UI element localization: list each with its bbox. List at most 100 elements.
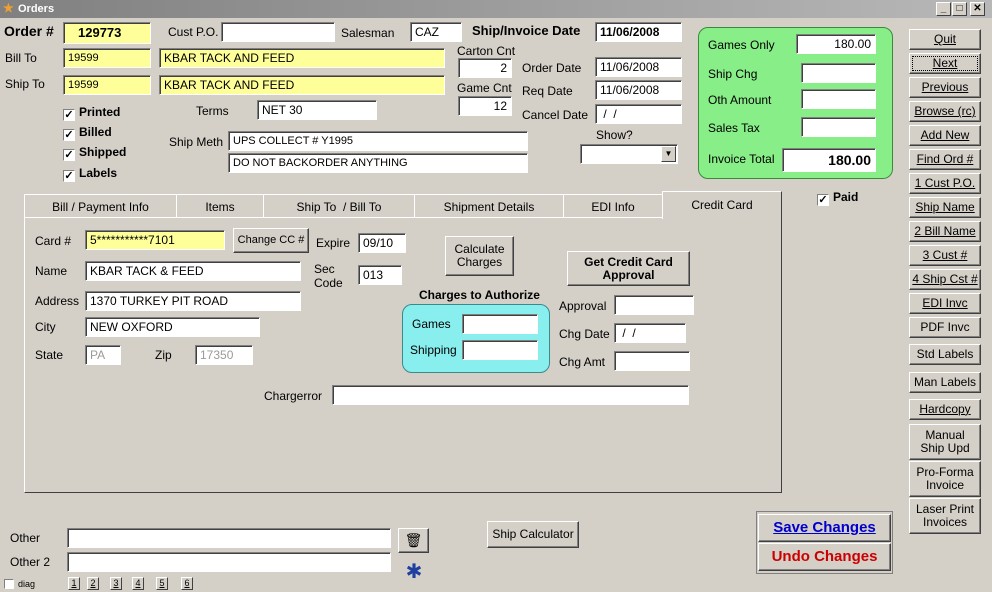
bill-to-name-field[interactable]: KBAR TACK AND FEED <box>159 48 445 68</box>
terms-field[interactable]: NET 30 <box>257 100 377 120</box>
approval-field[interactable] <box>614 295 694 315</box>
show-label: Show? <box>596 128 633 142</box>
tab-items[interactable]: Items <box>176 194 264 218</box>
undo-changes-button[interactable]: Undo Changes <box>758 543 891 571</box>
calculate-charges-button[interactable]: Calculate Charges <box>445 236 514 276</box>
add-new-button[interactable]: Add New <box>909 125 981 146</box>
other-field[interactable] <box>67 528 391 548</box>
change-cc-button[interactable]: Change CC # <box>233 228 309 253</box>
ship-note-field[interactable]: DO NOT BACKORDER ANYTHING <box>228 153 528 173</box>
quit-button[interactable]: Quit <box>909 29 981 50</box>
shipping-charge-field[interactable] <box>462 340 538 360</box>
card-number-label: Card # <box>35 234 72 248</box>
chg-date-field[interactable]: / / <box>614 323 686 343</box>
state-field[interactable]: PA <box>85 345 121 365</box>
browse-button[interactable]: Browse (rc) <box>909 101 981 122</box>
game-cnt-field[interactable]: 12 <box>458 96 512 116</box>
check-icon: ✓ <box>63 129 75 141</box>
find-cust-po-button[interactable]: 1 Cust P.O. <box>909 173 981 194</box>
carton-cnt-label: Carton Cnt <box>457 44 516 58</box>
mini-button-3[interactable]: 3 <box>110 577 122 590</box>
games-only-field[interactable]: 180.00 <box>796 34 876 54</box>
minimize-button[interactable]: _ <box>936 2 951 16</box>
tab-shipment-details[interactable]: Shipment Details <box>414 194 564 218</box>
invoice-total-field[interactable]: 180.00 <box>782 148 876 172</box>
shipped-checkbox[interactable]: ✓ Shipped <box>63 145 126 161</box>
labels-checkbox[interactable]: ✓ Labels <box>63 166 117 182</box>
approval-label: Approval <box>559 299 607 313</box>
ship-meth-field[interactable]: UPS COLLECT # Y1995 <box>228 131 528 151</box>
chargerror-field[interactable] <box>332 385 689 405</box>
man-labels-button[interactable]: Man Labels <box>909 372 981 393</box>
bill-to-code-field[interactable]: 19599 <box>63 48 151 68</box>
ship-chg-field[interactable] <box>801 63 876 83</box>
city-field[interactable]: NEW OXFORD <box>85 317 260 337</box>
mini-button-4[interactable]: 4 <box>132 577 144 590</box>
other2-field[interactable] <box>67 552 391 572</box>
salesman-label: Salesman <box>341 26 395 40</box>
games-charge-field[interactable] <box>462 314 538 334</box>
chg-amt-field[interactable] <box>614 351 690 371</box>
mini-button-5[interactable]: 5 <box>156 577 168 590</box>
tab-edi-info[interactable]: EDI Info <box>563 194 663 218</box>
zip-field[interactable]: 17350 <box>195 345 253 365</box>
order-number-label: Order # <box>4 23 54 39</box>
oth-amount-field[interactable] <box>801 89 876 109</box>
games-only-label: Games Only <box>708 38 775 52</box>
next-button[interactable]: Next <box>909 53 981 74</box>
laser-print-invoices-button[interactable]: Laser Print Invoices <box>909 498 981 534</box>
mini-button-2[interactable]: 2 <box>87 577 99 590</box>
ship-name-button[interactable]: Ship Name <box>909 197 981 218</box>
std-labels-button[interactable]: Std Labels <box>909 344 981 365</box>
tab-ship-to-bill-to[interactable]: Ship To / Bill To <box>263 194 415 218</box>
bill-name-button[interactable]: 2 Bill Name <box>909 221 981 242</box>
sec-code-field[interactable]: 013 <box>358 265 402 285</box>
order-date-field[interactable]: 11/06/2008 <box>595 57 682 77</box>
salesman-field[interactable]: CAZ <box>410 22 462 42</box>
ship-invoice-date-field[interactable]: 11/06/2008 <box>595 22 682 42</box>
ship-calculator-button[interactable]: Ship Calculator <box>487 521 579 548</box>
expire-label: Expire <box>316 236 351 250</box>
pro-forma-invoice-button[interactable]: Pro-Forma Invoice <box>909 461 981 497</box>
cust-po-field[interactable] <box>221 22 335 42</box>
edi-invoice-button[interactable]: EDI Invc <box>909 293 981 314</box>
ship-to-name-field[interactable]: KBAR TACK AND FEED <box>159 75 445 95</box>
name-field[interactable]: KBAR TACK & FEED <box>85 261 301 281</box>
address-label: Address <box>35 294 80 308</box>
maximize-button[interactable]: □ <box>952 2 967 16</box>
address-field[interactable]: 1370 TURKEY PIT ROAD <box>85 291 301 311</box>
req-date-field[interactable]: 11/06/2008 <box>595 80 682 100</box>
find-order-button[interactable]: Find Ord # <box>909 149 981 170</box>
name-label: Name <box>35 264 68 278</box>
sales-tax-field[interactable] <box>801 117 876 137</box>
card-number-field[interactable]: 5***********7101 <box>85 230 225 250</box>
get-approval-button[interactable]: Get Credit Card Approval <box>567 251 690 286</box>
bill-to-label: Bill To <box>5 51 37 65</box>
printed-checkbox[interactable]: ✓ Printed <box>63 105 120 121</box>
manual-ship-upd-button[interactable]: Manual Ship Upd <box>909 424 981 460</box>
ant-icon[interactable]: ✱ <box>402 558 426 584</box>
ship-cust-button[interactable]: 4 Ship Cst # <box>909 269 981 290</box>
carton-cnt-field[interactable]: 2 <box>458 58 512 78</box>
previous-button[interactable]: Previous <box>909 77 981 98</box>
mini-button-6[interactable]: 6 <box>181 577 193 590</box>
expire-field[interactable]: 09/10 <box>358 233 406 253</box>
chevron-down-icon[interactable]: ▼ <box>661 146 676 162</box>
tab-bill-payment-info[interactable]: Bill / Payment Info <box>24 194 177 218</box>
ship-to-code-field[interactable]: 19599 <box>63 75 151 95</box>
paid-checkbox[interactable]: ✓ Paid <box>817 190 858 206</box>
close-button[interactable]: ✕ <box>970 2 985 16</box>
cust-number-button[interactable]: 3 Cust # <box>909 245 981 266</box>
show-select[interactable]: ▼ <box>580 144 678 164</box>
pdf-invoice-button[interactable]: PDF Invc <box>909 317 981 338</box>
tab-credit-card[interactable]: Credit Card <box>662 191 782 219</box>
billed-checkbox[interactable]: ✓ Billed <box>63 125 112 141</box>
cancel-date-field[interactable]: / / <box>595 104 682 124</box>
diag-checkbox[interactable]: diag <box>4 577 35 591</box>
order-number-field[interactable]: 129773 <box>63 22 151 44</box>
save-changes-button[interactable]: Save Changes <box>758 514 891 542</box>
hardcopy-button[interactable]: Hardcopy <box>909 399 981 420</box>
trash-button[interactable]: 🗑 <box>398 528 429 553</box>
mini-button-1[interactable]: 1 <box>68 577 80 590</box>
sec-code-label-2: Code <box>314 276 343 290</box>
